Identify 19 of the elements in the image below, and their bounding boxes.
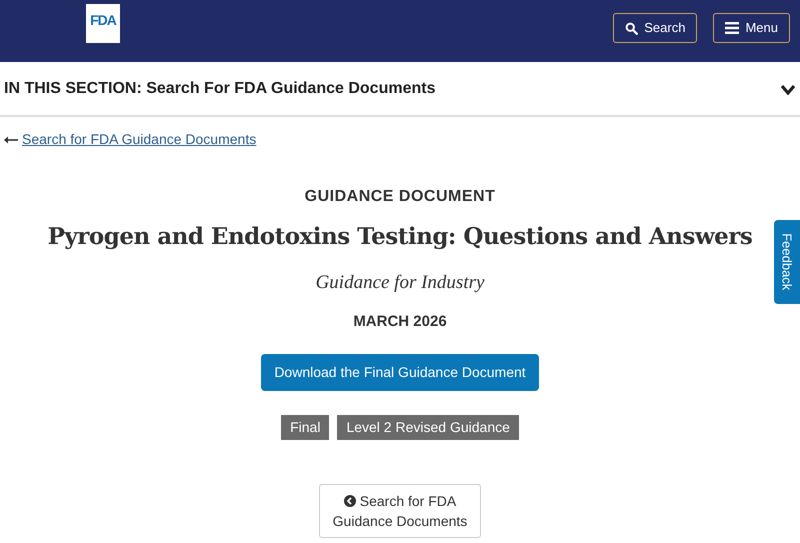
back-link[interactable]: Search for FDA Guidance Documents: [22, 129, 256, 150]
arrow-left-circle-icon: [344, 494, 356, 507]
search-icon: [625, 22, 638, 34]
chevron-icon[interactable]: [780, 82, 796, 94]
return-button[interactable]: Search for FDA Guidance Documents: [318, 484, 482, 538]
feedback-tab[interactable]: Feedback: [774, 220, 800, 304]
subtitle: Guidance for Industry: [316, 270, 484, 295]
menu-icon: [725, 22, 740, 34]
tag: Level 2 Revised Guidance: [337, 414, 519, 440]
page-title: Pyrogen and Endotoxins Testing: Questions and Answers: [48, 223, 752, 251]
search-button[interactable]: Search: [613, 13, 698, 43]
section-title: IN THIS SECTION: Search For FDA Guidance Documents: [4, 78, 436, 98]
download-button[interactable]: Download the Final Guidance Document: [261, 354, 539, 391]
menu-button[interactable]: Menu: [713, 13, 790, 43]
arrow-left-icon: [4, 136, 18, 144]
tag: Final: [281, 414, 330, 440]
date: MARCH 2026: [353, 312, 447, 332]
logo[interactable]: FDA: [86, 4, 120, 43]
document-type: GUIDANCE DOCUMENT: [304, 187, 496, 207]
